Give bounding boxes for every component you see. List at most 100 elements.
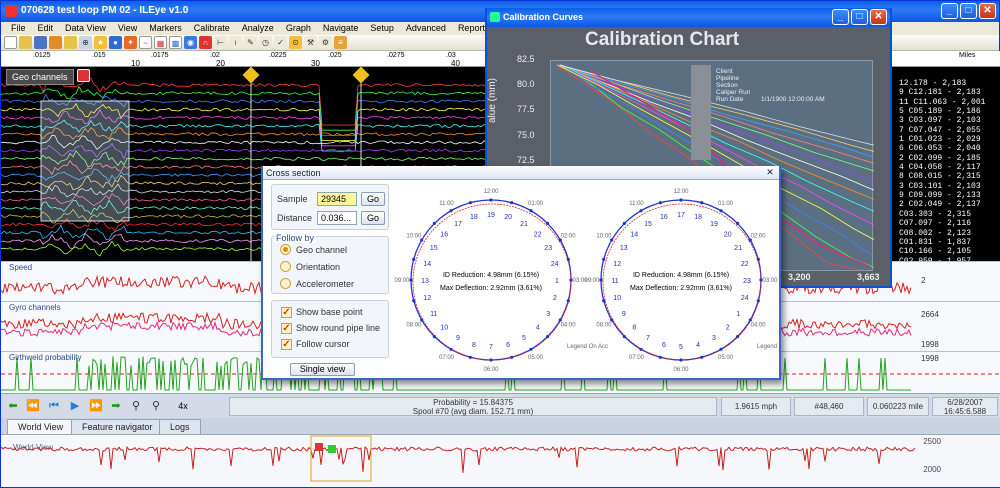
tools-icon[interactable]: ⚙: [319, 36, 332, 49]
marker-icon[interactable]: ⊕: [79, 36, 92, 49]
clock-label: 09:00: [394, 278, 410, 284]
channel-value: C10.166 - 2,105: [899, 247, 972, 257]
round-pipe-option[interactable]: Show round pipe line: [296, 323, 380, 333]
menu-item-view[interactable]: View: [112, 22, 143, 35]
menu-item-markers[interactable]: Markers: [143, 22, 188, 35]
clock-icon[interactable]: ◷: [259, 36, 272, 49]
pin-icon[interactable]: ✓: [274, 36, 287, 49]
menu-item-setup[interactable]: Setup: [364, 22, 400, 35]
follow-cursor-option[interactable]: Follow cursor: [296, 339, 350, 349]
sample-input[interactable]: [317, 192, 357, 206]
magnet-icon[interactable]: ∩: [199, 36, 212, 49]
calibration-y-tick: 82.5: [517, 54, 535, 64]
weld-marker-icon[interactable]: [242, 66, 260, 84]
sensor-number: 14: [630, 231, 638, 238]
cross-section-close-icon[interactable]: ✕: [764, 167, 776, 178]
save-icon[interactable]: [34, 36, 47, 49]
new-icon[interactable]: [4, 36, 17, 49]
sensor-point: [602, 299, 606, 303]
close-button[interactable]: ✕: [979, 3, 996, 19]
single-view-button[interactable]: Single view: [290, 363, 355, 376]
menu-item-edit[interactable]: Edit: [32, 22, 60, 35]
play-icon[interactable]: ▶: [68, 399, 82, 413]
menu-item-calibrate[interactable]: Calibrate: [188, 22, 236, 35]
sample-go-button[interactable]: Go: [361, 192, 385, 206]
menu-item-graph[interactable]: Graph: [280, 22, 317, 35]
pencil-icon[interactable]: ✎: [244, 36, 257, 49]
clock-label: 05:00: [528, 355, 544, 361]
zoom-out-icon[interactable]: ⚲: [129, 399, 143, 413]
radio-orientation[interactable]: [280, 261, 291, 272]
maximize-button[interactable]: □: [960, 3, 977, 19]
sensor-number: 21: [734, 245, 742, 252]
gear-icon[interactable]: ✦: [124, 36, 137, 49]
wrench-icon[interactable]: ⚒: [304, 36, 317, 49]
next-arrow-icon[interactable]: ➡: [109, 399, 123, 413]
weld-marker-icon[interactable]: [352, 66, 370, 84]
distance-input[interactable]: [317, 211, 357, 225]
menu-item-analyze[interactable]: Analyze: [236, 22, 280, 35]
open-icon[interactable]: [19, 36, 32, 49]
fast-forward-icon[interactable]: ⏩: [89, 399, 103, 413]
menu-item-data-view[interactable]: Data View: [59, 22, 112, 35]
copy-icon[interactable]: [64, 36, 77, 49]
geo-channels-tab[interactable]: Geo channels: [6, 69, 74, 85]
grid-icon[interactable]: ▩: [169, 36, 182, 49]
id-reduction-left: ID Reduction: 4.98mm (6.15%): [443, 272, 539, 279]
step-back-icon[interactable]: ⏮: [47, 399, 61, 413]
sensor-number: 10: [613, 295, 621, 302]
selection-box[interactable]: [40, 100, 130, 222]
radio-accelerometer[interactable]: [280, 278, 291, 289]
bottom-tabs: World View Feature navigator Logs: [1, 418, 1000, 434]
thermometer-icon[interactable]: ı: [229, 36, 242, 49]
globe2-icon[interactable]: ◉: [184, 36, 197, 49]
prev-arrow-icon[interactable]: ⬅: [6, 399, 20, 413]
calibration-minimize-button[interactable]: _: [832, 9, 849, 25]
tab-feature-navigator[interactable]: Feature navigator: [71, 419, 164, 434]
calibration-close-button[interactable]: ✕: [870, 9, 887, 25]
sensor-number: 8: [632, 325, 636, 332]
cut-icon[interactable]: [49, 36, 62, 49]
sensor-point: [529, 209, 533, 213]
calibration-maximize-button[interactable]: □: [851, 9, 868, 25]
clock-label: 08:00: [406, 323, 422, 329]
base-point-option[interactable]: Show base point: [296, 307, 363, 317]
distance-go-button[interactable]: Go: [361, 211, 385, 225]
menu-item-advanced[interactable]: Advanced: [400, 22, 452, 35]
date-text: 6/28/2007: [947, 398, 983, 407]
tab-world-view[interactable]: World View: [7, 419, 75, 434]
feature-marker-icon[interactable]: [77, 69, 90, 82]
clock-label: 12:00: [673, 189, 689, 195]
accelerometer-option[interactable]: Accelerometer: [296, 279, 354, 289]
clock-label: 10:00: [406, 234, 422, 240]
geo-channel-option[interactable]: Geo channel: [296, 245, 347, 255]
zoom-in-icon[interactable]: ⚲: [149, 399, 163, 413]
checkbox-follow-cursor[interactable]: ✓: [281, 339, 292, 350]
sensor-point: [700, 355, 704, 359]
clock-label: 07:00: [629, 355, 645, 361]
checkbox-base-point[interactable]: ✓: [281, 307, 292, 318]
clock-label: 03:00: [762, 278, 778, 284]
orientation-option[interactable]: Orientation: [296, 262, 340, 272]
star-icon[interactable]: ★: [94, 36, 107, 49]
checkbox-round-pipe[interactable]: ✓: [281, 323, 292, 334]
chart-bar-icon[interactable]: ▦: [154, 36, 167, 49]
rewind-icon[interactable]: ⏪: [26, 399, 40, 413]
world-marker-green[interactable]: [328, 445, 336, 453]
menu-item-navigate[interactable]: Navigate: [317, 22, 365, 35]
radio-geo-channel[interactable]: [280, 244, 291, 255]
ruler-icon[interactable]: ⊢: [214, 36, 227, 49]
world-marker-red[interactable]: [315, 443, 323, 451]
tab-logs[interactable]: Logs: [159, 419, 201, 434]
menu-item-file[interactable]: File: [5, 22, 32, 35]
ruler-tick-top: .015: [92, 52, 106, 59]
world-view-panel[interactable]: World View 2500 2000: [1, 434, 1000, 487]
minimize-button[interactable]: _: [941, 3, 958, 19]
list-icon[interactable]: ≡: [334, 36, 347, 49]
clock-label: 05:00: [718, 355, 734, 361]
sensor-number: 1: [555, 278, 559, 285]
chart-line-icon[interactable]: ~: [139, 36, 152, 49]
sensor-point: [432, 335, 436, 339]
cross-section-icon[interactable]: ⊙: [289, 36, 302, 49]
globe-icon[interactable]: ●: [109, 36, 122, 49]
